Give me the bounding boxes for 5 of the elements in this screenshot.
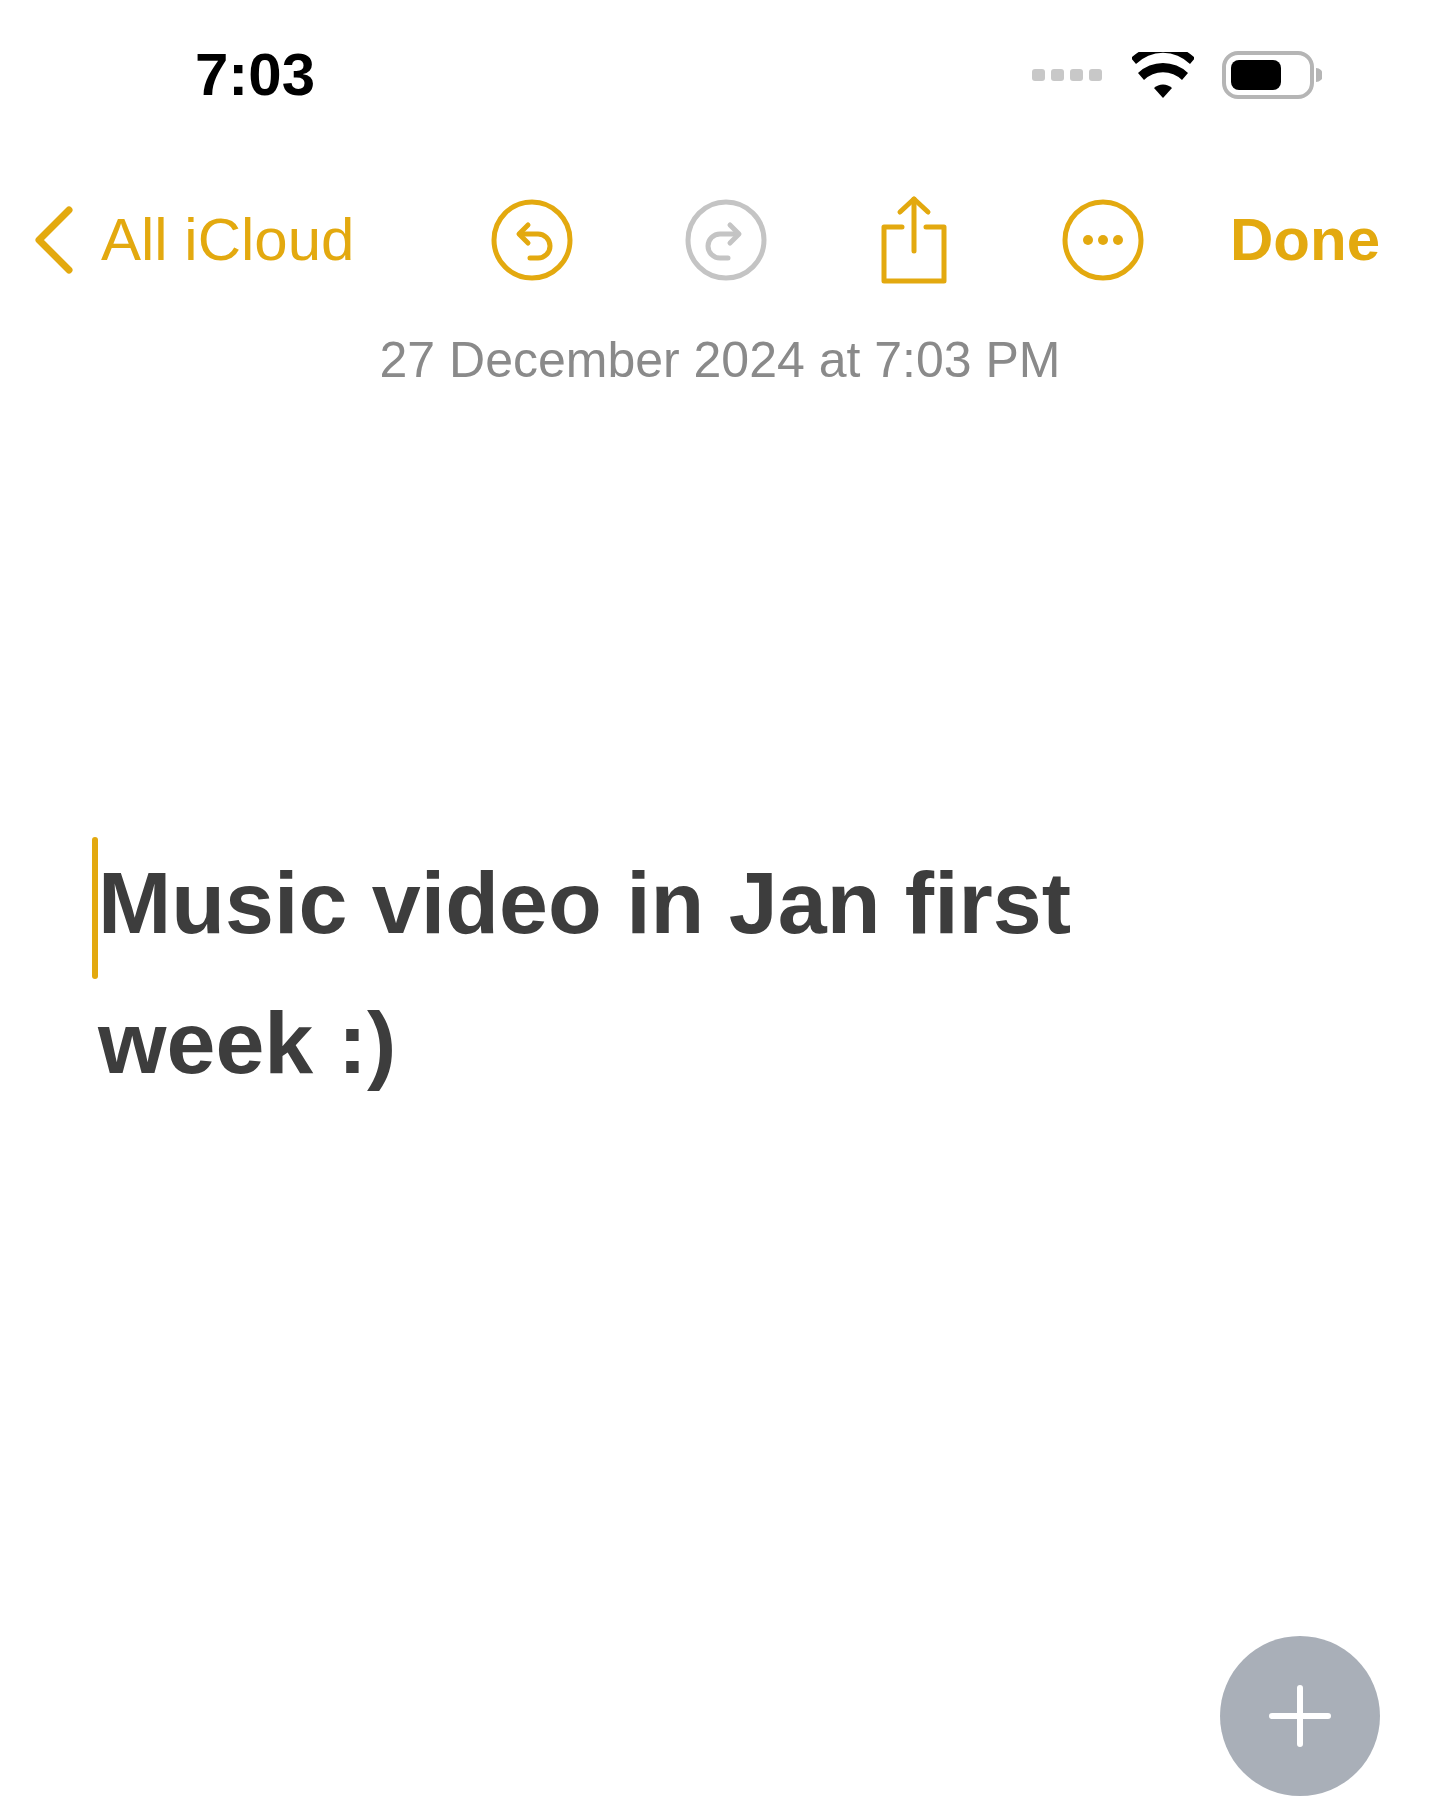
note-date: 27 December 2024 at 7:03 PM bbox=[379, 335, 1061, 385]
done-button[interactable]: Done bbox=[1230, 210, 1380, 270]
note-body: Music video in Jan first week :) bbox=[98, 852, 1073, 1094]
status-time: 7:03 bbox=[195, 45, 316, 105]
back-button[interactable]: All iCloud bbox=[33, 205, 355, 275]
